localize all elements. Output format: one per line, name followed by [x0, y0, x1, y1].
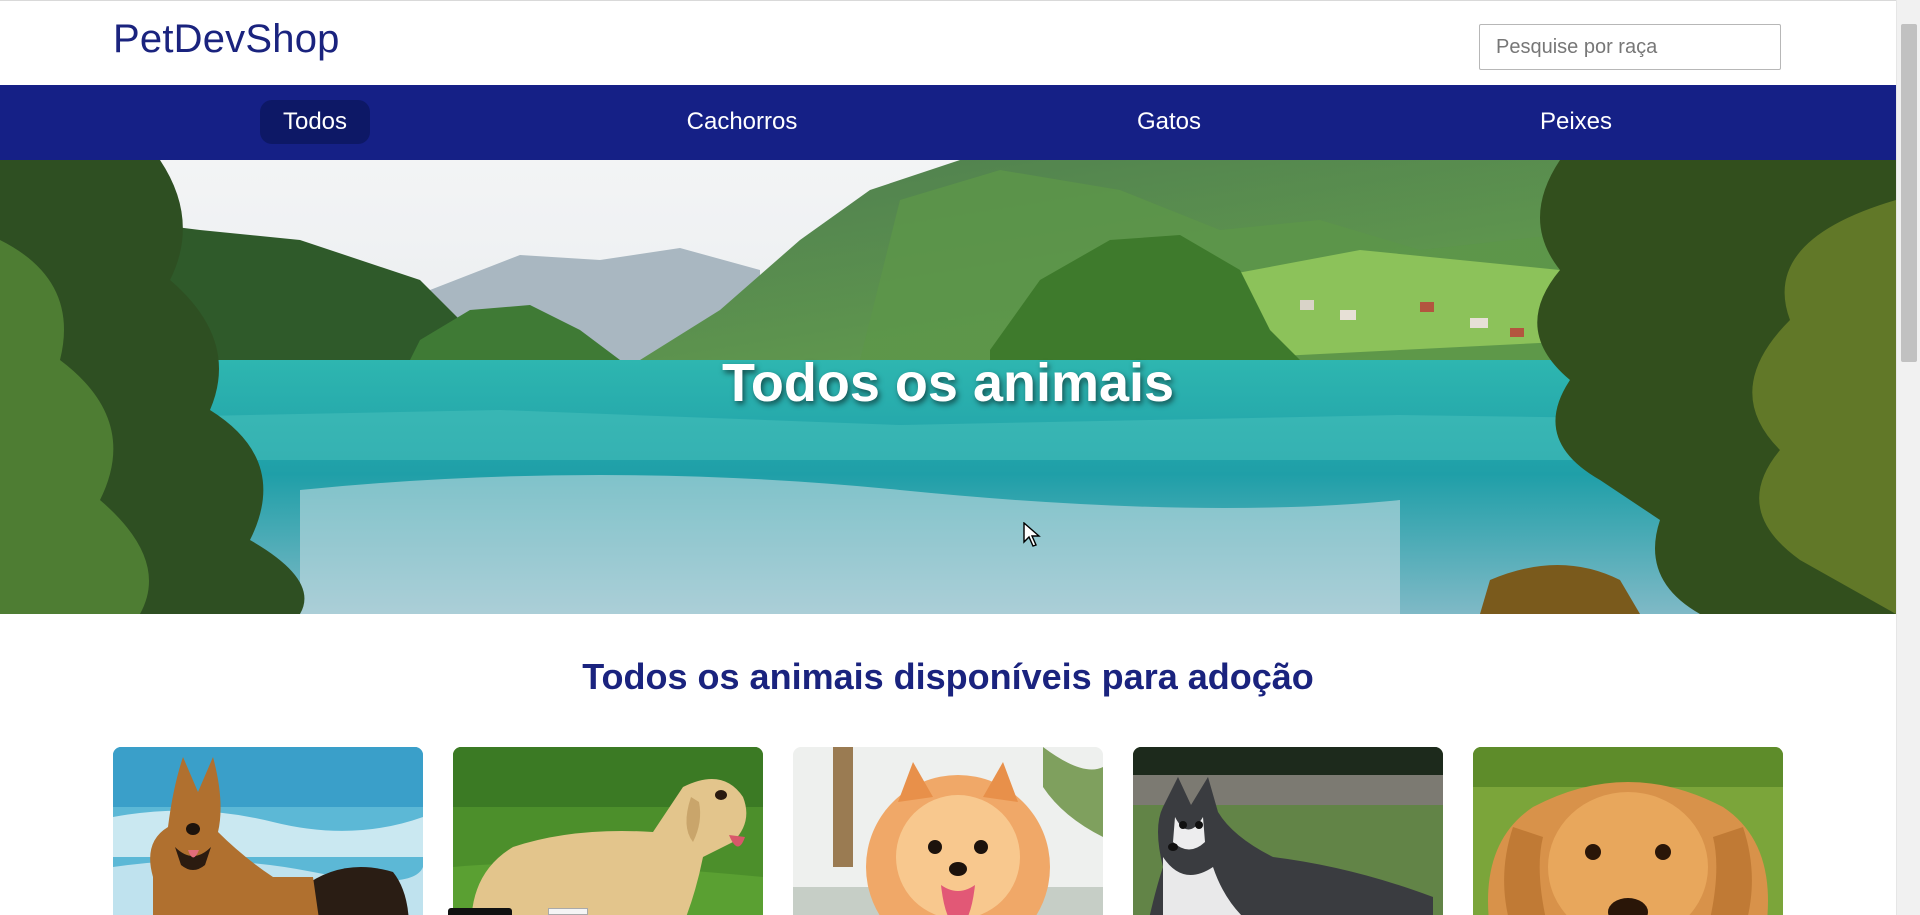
- pet-card-husky[interactable]: [1133, 747, 1443, 915]
- nav-item-todos[interactable]: Todos: [260, 100, 370, 144]
- hero-title: Todos os animais: [721, 353, 1175, 413]
- pet-card-german-shepherd[interactable]: [113, 747, 423, 915]
- breed-search-input[interactable]: [1479, 24, 1781, 70]
- main-nav: Todos Cachorros Gatos Peixes: [0, 85, 1896, 160]
- pet-card-pomeranian[interactable]: [793, 747, 1103, 915]
- site-logo[interactable]: PetDevShop: [113, 17, 340, 62]
- nav-item-peixes[interactable]: Peixes: [1516, 100, 1636, 144]
- video-time-chip: [548, 908, 588, 915]
- video-overlay-chip: [448, 908, 512, 915]
- header: PetDevShop: [0, 1, 1896, 85]
- page: PetDevShop Todos Cachorros Gatos Peixes: [0, 0, 1896, 915]
- mouse-cursor-icon: [1023, 521, 1041, 553]
- page-scrollbar[interactable]: [1896, 0, 1920, 915]
- pet-card-golden-retriever[interactable]: [1473, 747, 1783, 915]
- hero-banner: Todos os animais: [0, 160, 1896, 614]
- pomeranian-photo: [793, 747, 1103, 915]
- german-shepherd-photo: [113, 747, 423, 915]
- pet-card-labrador[interactable]: [453, 747, 763, 915]
- nav-item-cachorros[interactable]: Cachorros: [660, 100, 824, 144]
- section-title: Todos os animais disponíveis para adoção: [582, 656, 1314, 697]
- labrador-photo: [453, 747, 763, 915]
- husky-photo: [1133, 747, 1443, 915]
- scrollbar-thumb[interactable]: [1901, 24, 1917, 362]
- golden-retriever-photo: [1473, 747, 1783, 915]
- nav-item-gatos[interactable]: Gatos: [1109, 100, 1229, 144]
